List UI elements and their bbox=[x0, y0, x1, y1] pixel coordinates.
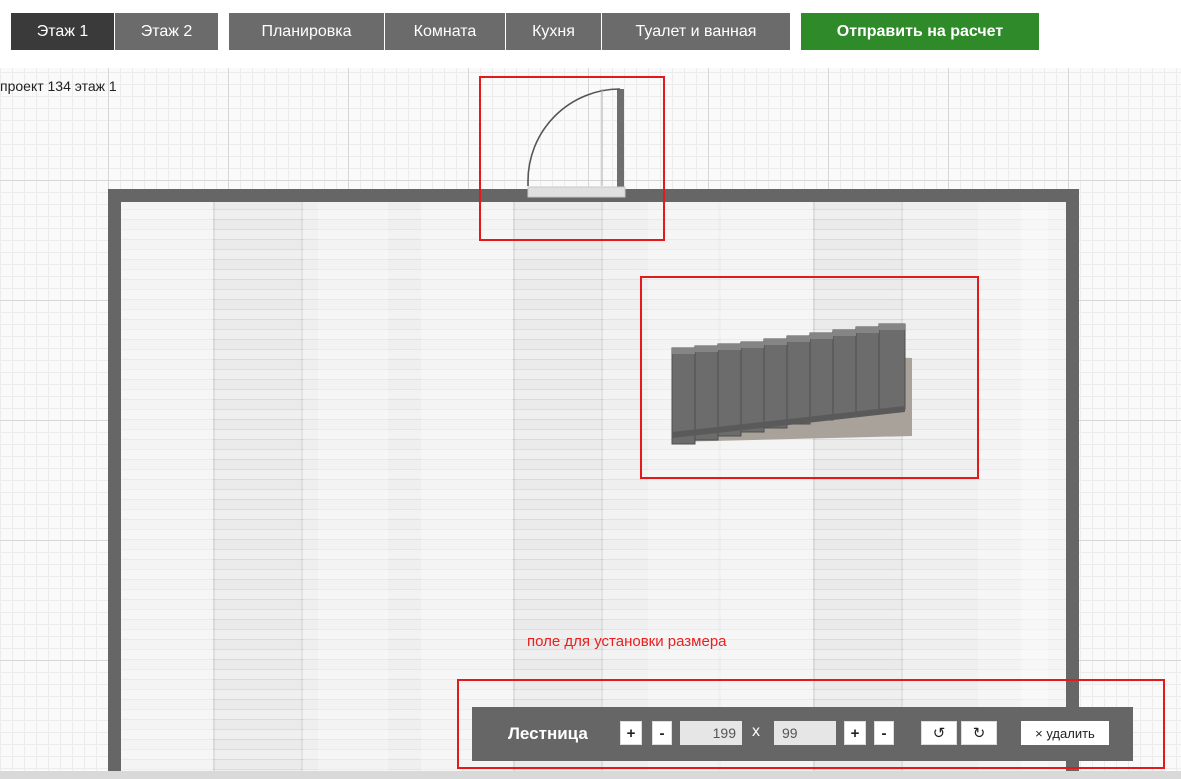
depth-increase-button[interactable]: + bbox=[844, 721, 866, 745]
width-decrease-button[interactable]: - bbox=[652, 721, 672, 745]
tab-room[interactable]: Комната bbox=[385, 13, 505, 50]
rotate-left-icon[interactable]: ↺ bbox=[921, 721, 957, 745]
dimension-separator: x bbox=[752, 723, 760, 740]
staircase-highlight-frame bbox=[640, 276, 979, 479]
delete-button[interactable]: × удалить bbox=[1021, 721, 1109, 745]
bottom-border bbox=[0, 771, 1181, 779]
tab-bathroom[interactable]: Туалет и ванная bbox=[602, 13, 790, 50]
rotate-right-icon[interactable]: ↻ bbox=[961, 721, 997, 745]
project-label: проект 134 этаж 1 bbox=[0, 78, 117, 94]
object-size-panel: Лестница + - x + - ↺ ↻ × удалить bbox=[472, 707, 1133, 761]
width-increase-button[interactable]: + bbox=[620, 721, 642, 745]
width-input[interactable] bbox=[680, 721, 742, 745]
top-toolbar: Этаж 1 Этаж 2 Планировка Комната Кухня Т… bbox=[0, 0, 1181, 66]
size-field-hint: поле для установки размера bbox=[527, 633, 727, 650]
door-highlight-frame bbox=[479, 76, 665, 241]
object-title: Лестница bbox=[508, 724, 588, 743]
tab-floor-1[interactable]: Этаж 1 bbox=[11, 13, 114, 50]
tab-floor-2[interactable]: Этаж 2 bbox=[115, 13, 218, 50]
depth-decrease-button[interactable]: - bbox=[874, 721, 894, 745]
tab-kitchen[interactable]: Кухня bbox=[506, 13, 601, 50]
depth-input[interactable] bbox=[774, 721, 836, 745]
submit-calculation-button[interactable]: Отправить на расчет bbox=[801, 13, 1039, 50]
tab-layout[interactable]: Планировка bbox=[229, 13, 384, 50]
